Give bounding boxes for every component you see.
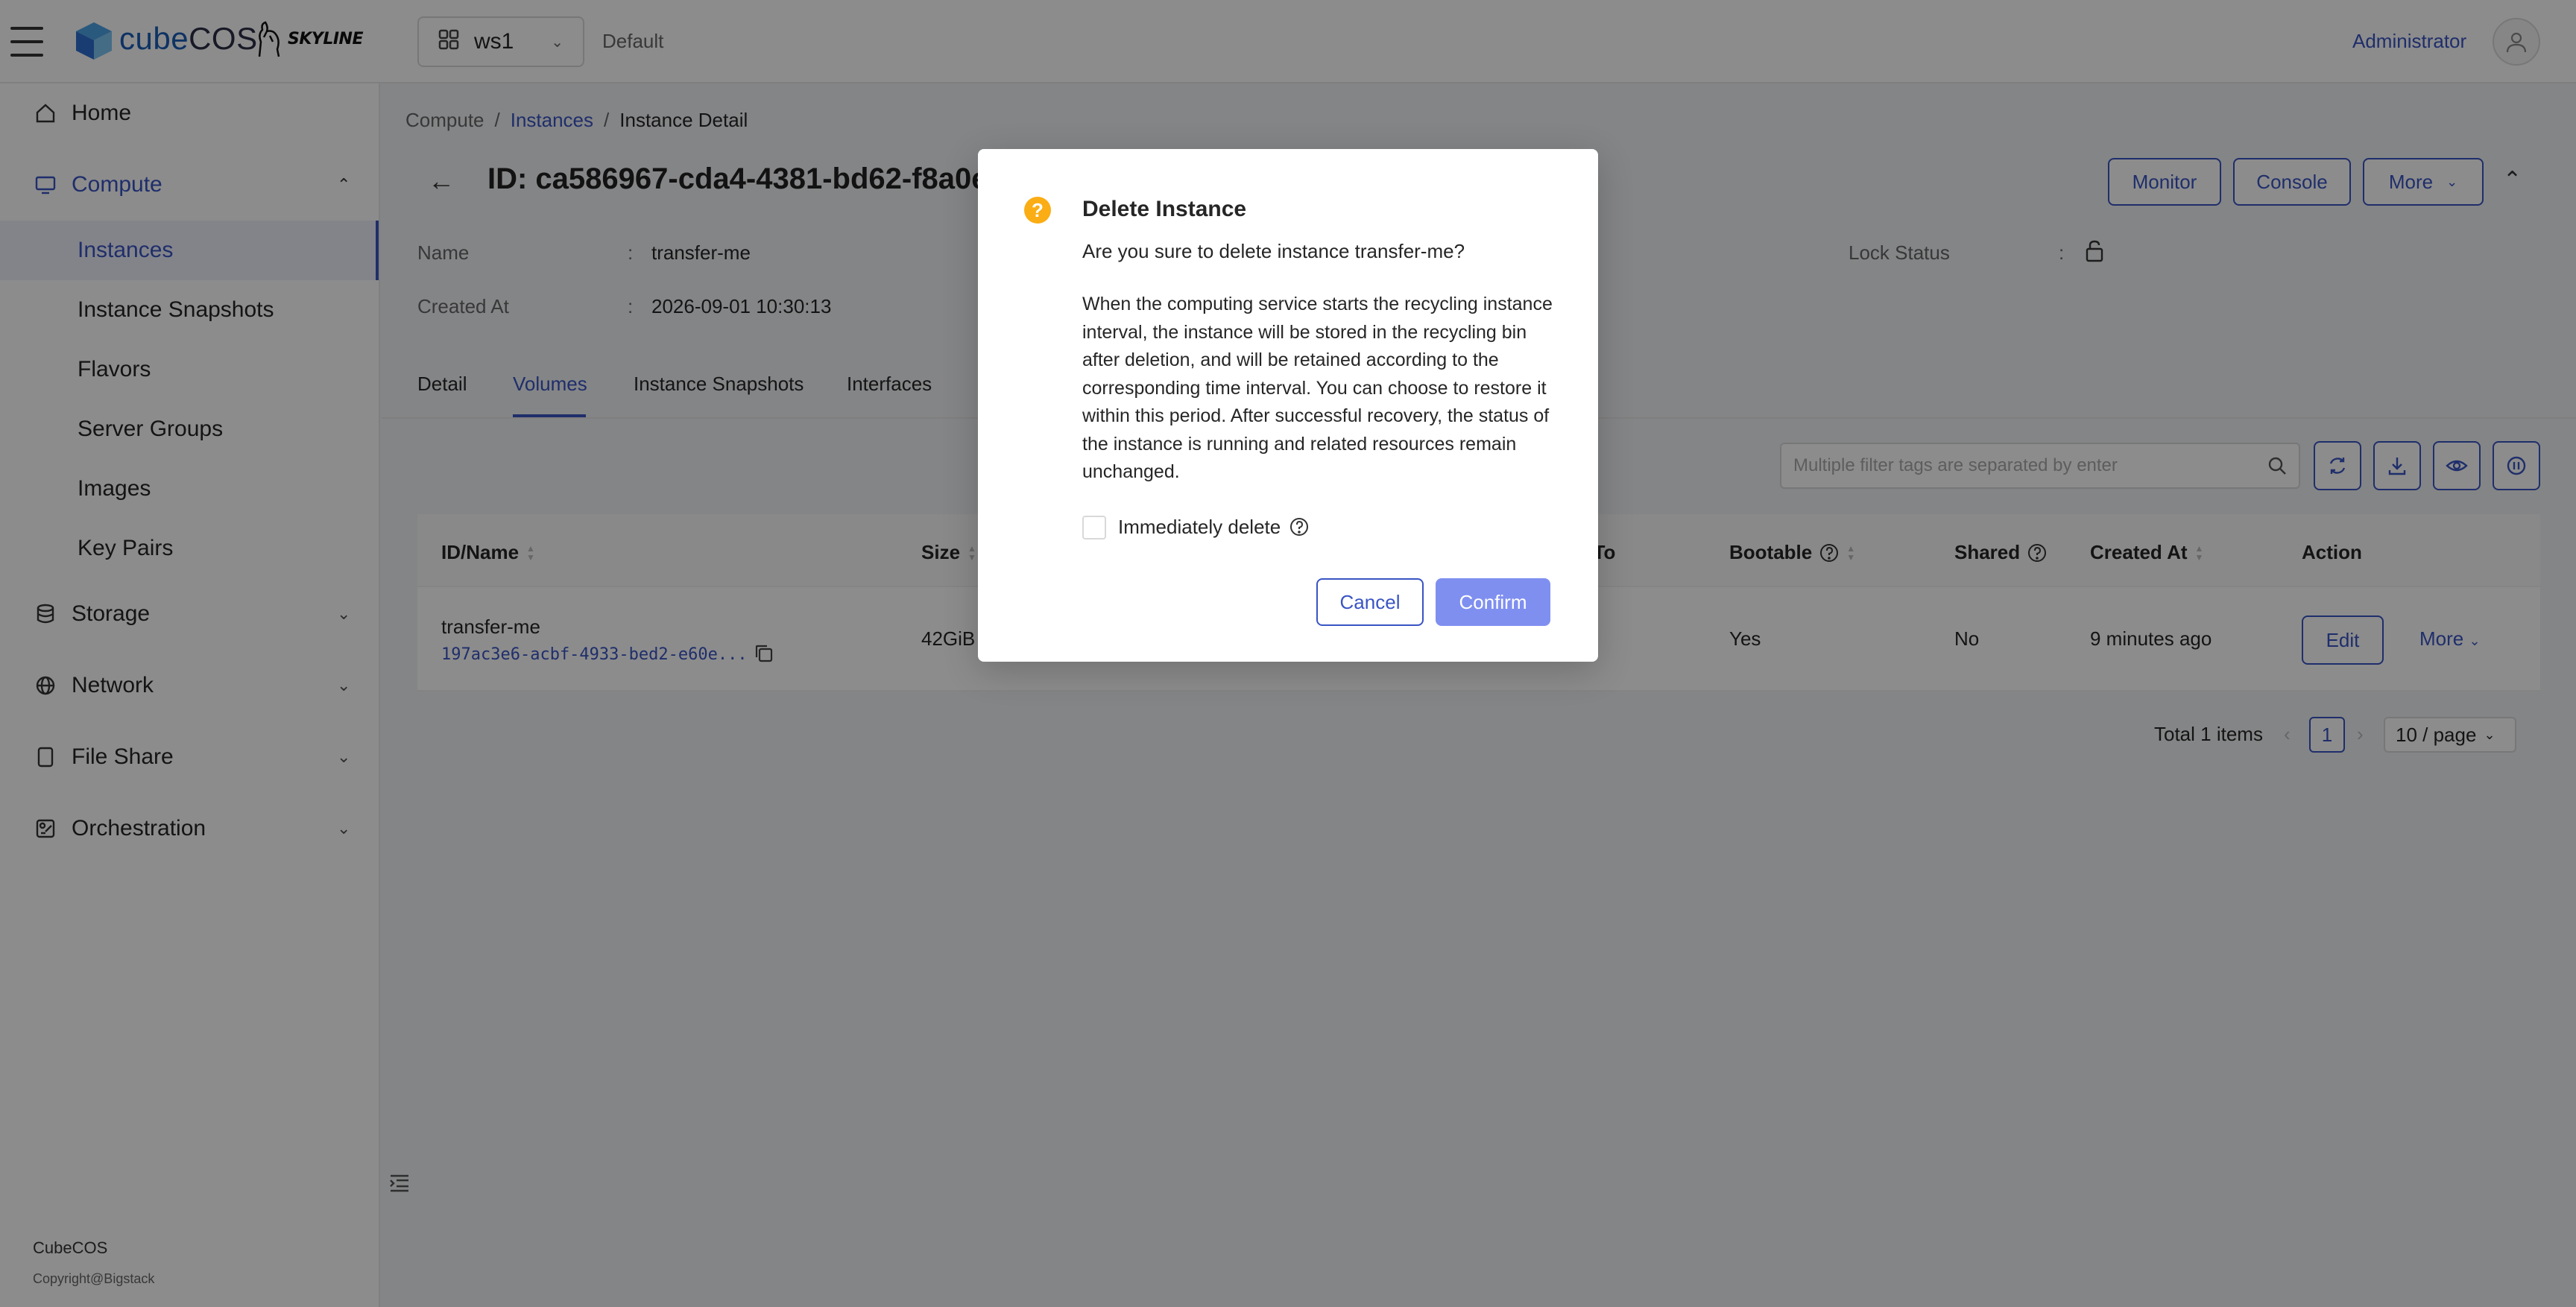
question-icon: ? [1024,197,1051,224]
dialog-question: Are you sure to delete instance transfer… [1082,240,1465,262]
dialog-title: Delete Instance [1082,197,1247,221]
immediately-delete-label[interactable]: Immediately delete [1118,516,1281,539]
help-icon[interactable] [1289,517,1309,542]
dialog-description: When the computing service starts the re… [1082,294,1553,482]
immediately-delete-checkbox[interactable] [1082,516,1106,539]
cancel-button[interactable]: Cancel [1316,578,1424,626]
confirm-button[interactable]: Confirm [1436,578,1550,626]
